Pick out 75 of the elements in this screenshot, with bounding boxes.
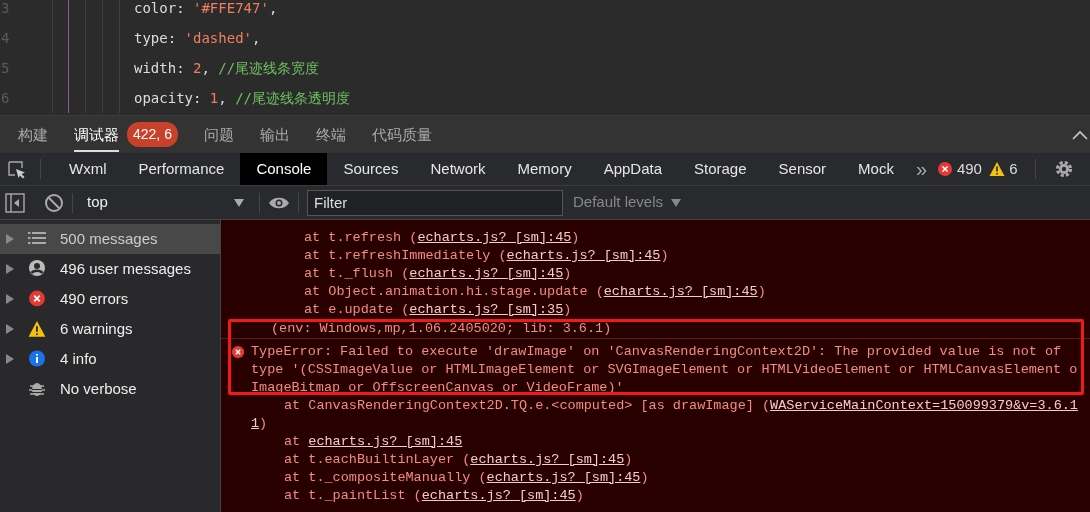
eye-icon[interactable] (268, 195, 290, 210)
console-line: at CanvasRenderingContext2D.TQ.e.<computed> [as drawImage] (WAServiceMainContext=150099379&v=3.6.1 (284, 397, 1078, 415)
console-line: at t._flush (echarts.js? [sm]:45) (304, 265, 572, 283)
code-line: type: 'dashed', (134, 28, 261, 48)
panel-tab[interactable]: 输出 (259, 117, 290, 152)
panel-tab[interactable]: 终端 (315, 117, 346, 152)
user-icon (28, 260, 46, 278)
console-line: at t.eachBuiltinLayer (echarts.js? [sm]:45) (284, 451, 633, 469)
error-icon (28, 290, 46, 308)
warning-icon (989, 161, 1006, 177)
devtools-tab[interactable]: Memory (501, 153, 588, 185)
source-link[interactable]: 1 (251, 416, 260, 431)
count-badge: 422, 6 (127, 122, 178, 147)
context-select[interactable]: top (81, 191, 251, 214)
devtools-tab[interactable]: Performance (122, 153, 241, 185)
dropdown-caret-icon (670, 198, 681, 207)
sidebar-item[interactable]: 496 user messages (0, 253, 220, 284)
panel-tab[interactable]: 调试器 (74, 117, 119, 152)
console-line: ImageBitmap or OffscreenCanvas or VideoFrame)' (251, 379, 624, 397)
console-line: (env: Windows,mp,1.06.2405020; lib: 3.6.1) (271, 319, 612, 338)
console-line: type '(CSSImageValue or HTMLImageElement or SVGImageElement or HTMLVideoElement or HTMLCanvasElement o (251, 361, 1078, 379)
sidebar-item[interactable]: No verbose (0, 373, 220, 404)
code-line: color: '#FFE747', (134, 0, 278, 18)
source-link[interactable]: WAServiceMainContext=150099379&v=3.6.1 (770, 398, 1078, 413)
devtools-tab[interactable]: Mock (842, 153, 910, 185)
error-icon (231, 345, 245, 359)
sidebar-item[interactable]: 4 info (0, 343, 220, 374)
more-tabs-button[interactable]: » (909, 153, 934, 185)
console-line: 1) (251, 415, 268, 433)
source-link[interactable]: echarts.js? [sm]:35 (409, 302, 564, 317)
source-link[interactable]: echarts.js? [sm]:45 (506, 248, 661, 263)
sidebar-item[interactable]: 500 messages (0, 223, 220, 254)
source-link[interactable]: echarts.js? [sm]:45 (486, 470, 641, 485)
clear-icon[interactable] (44, 192, 64, 213)
console-line: at t._compositeManually (echarts.js? [sm]:45) (284, 469, 649, 487)
source-link[interactable]: echarts.js? [sm]:45 (603, 284, 758, 299)
panel-tab[interactable]: 代码质量 (371, 117, 432, 152)
source-link[interactable]: echarts.js? [sm]:45 (417, 230, 572, 245)
console-line: TypeError: Failed to execute 'drawImage' on 'CanvasRenderingContext2D': The provided value is not of (251, 343, 1062, 361)
chevron-up-icon[interactable] (1072, 129, 1088, 140)
devtools-tab[interactable]: AppData (587, 153, 678, 185)
panel-tab[interactable]: 构建 (18, 117, 48, 152)
info-icon (28, 350, 46, 368)
console-line: at Object.animation.hi.stage.update (echarts.js? [sm]:45) (304, 283, 766, 301)
source-link[interactable]: echarts.js? [sm]:45 (409, 266, 564, 281)
source-link[interactable]: echarts.js? [sm]:45 (421, 488, 576, 503)
error-count: 490 (956, 158, 982, 179)
warning-icon (28, 320, 46, 338)
bug-icon (28, 380, 46, 398)
sidebar-item[interactable]: 490 errors (0, 283, 220, 314)
warning-count: 6 (1009, 158, 1018, 179)
panel-tab[interactable]: 问题 (203, 117, 234, 152)
inspect-icon[interactable] (8, 161, 26, 179)
console-line: at echarts.js? [sm]:45 (284, 433, 463, 451)
levels-dropdown[interactable]: Default levels (567, 190, 687, 215)
console-line: at t._paintList (echarts.js? [sm]:45) (284, 487, 584, 505)
code-line: opacity: 1, //尾迹线条透明度 (134, 88, 350, 108)
devtools-tab[interactable]: Storage (678, 153, 763, 185)
devtools-tab[interactable]: Sources (327, 153, 415, 185)
devtools-tab[interactable]: Wxml (53, 153, 123, 185)
devtools-tab[interactable]: Sensor (762, 153, 843, 185)
settings-icon[interactable] (1054, 159, 1074, 179)
console-line: at t.refreshImmediately (echarts.js? [sm]:45) (304, 247, 669, 265)
filter-field[interactable]: Filter (307, 189, 563, 216)
devtools-tab[interactable]: Console (240, 153, 328, 185)
source-link[interactable]: echarts.js? [sm]:45 (470, 452, 625, 467)
code-line: width: 2, //尾迹线条宽度 (134, 58, 320, 78)
source-link[interactable]: echarts.js? [sm]:45 (308, 434, 463, 449)
console-line: at e.update (echarts.js? [sm]:35) (304, 301, 572, 319)
sidebar-item[interactable]: 6 warnings (0, 313, 220, 344)
console-line: at t.refresh (echarts.js? [sm]:45) (304, 229, 580, 247)
sidebar-toggle-icon[interactable] (5, 192, 25, 213)
devtools-tab[interactable]: Network (414, 153, 502, 185)
error-icon (937, 161, 954, 177)
dropdown-caret-icon (233, 197, 245, 208)
